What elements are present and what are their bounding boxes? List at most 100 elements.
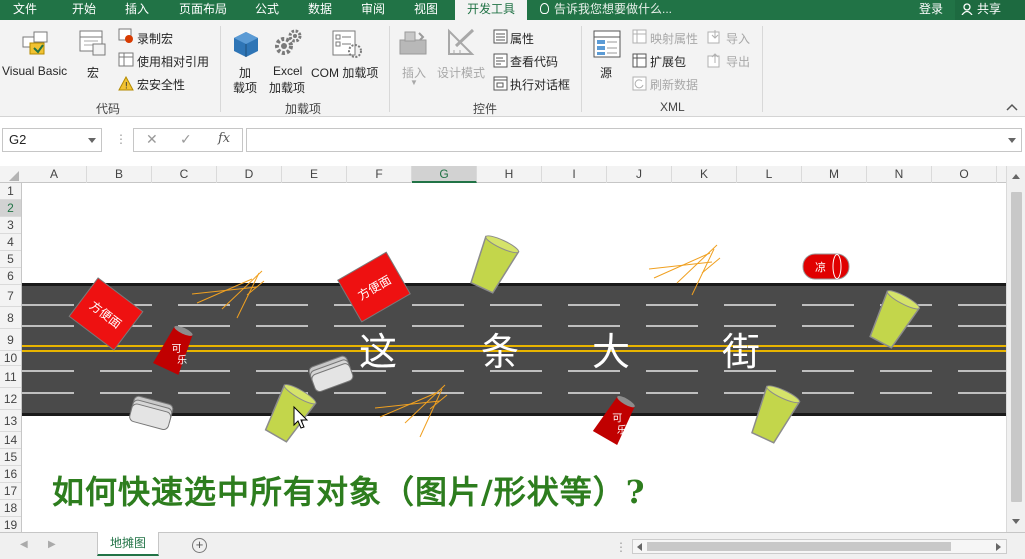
scroll-up-icon[interactable] xyxy=(1011,172,1021,180)
column-header[interactable]: I xyxy=(542,166,607,183)
macro-security-button[interactable]: 宏安全性 xyxy=(137,76,185,93)
addins-button-line2[interactable]: 载项 xyxy=(233,79,257,96)
refresh-data-button[interactable]: 刷新数据 xyxy=(650,76,698,93)
relative-reference-button[interactable]: 使用相对引用 xyxy=(137,53,209,70)
export-button[interactable]: 导出 xyxy=(726,53,750,70)
scroll-thumb[interactable] xyxy=(1011,192,1022,502)
chevron-down-icon[interactable] xyxy=(88,138,96,143)
expand-formula-icon[interactable] xyxy=(1008,138,1016,143)
xml-source-button[interactable]: 源 xyxy=(600,64,612,81)
column-header[interactable]: E xyxy=(282,166,347,183)
row-header[interactable]: 6 xyxy=(0,268,21,285)
view-code-button[interactable]: 查看代码 xyxy=(510,53,558,70)
row-header[interactable]: 4 xyxy=(0,234,21,251)
row-header[interactable]: 10 xyxy=(0,351,21,366)
com-addins-button[interactable]: COM 加载项 xyxy=(311,64,378,81)
column-header[interactable]: L xyxy=(737,166,802,183)
tab-insert[interactable]: 插入 xyxy=(112,0,162,20)
row-header[interactable]: 5 xyxy=(0,251,21,268)
row-header[interactable]: 3 xyxy=(0,217,21,234)
tab-file[interactable]: 文件 xyxy=(0,0,50,20)
row-header[interactable]: 1 xyxy=(0,183,21,200)
row-header[interactable]: 14 xyxy=(0,432,21,449)
street-text-char: 大 xyxy=(592,330,630,374)
prev-sheet-icon[interactable]: ◀ xyxy=(20,539,28,550)
name-box[interactable]: G2 xyxy=(2,128,102,152)
import-button[interactable]: 导入 xyxy=(726,30,750,47)
scroll-right-icon[interactable] xyxy=(995,542,1003,552)
tab-developer[interactable]: 开发工具 xyxy=(455,0,527,20)
tab-formulas[interactable]: 公式 xyxy=(245,0,289,20)
row-header[interactable]: 18 xyxy=(0,500,21,517)
visual-basic-button[interactable]: Visual Basic xyxy=(2,64,67,78)
row-header[interactable]: 11 xyxy=(0,366,21,388)
column-header[interactable]: H xyxy=(477,166,542,183)
design-mode-button[interactable]: 设计模式 xyxy=(437,64,485,81)
row-header[interactable]: 9 xyxy=(0,329,21,351)
login-button[interactable]: 登录 xyxy=(919,0,943,20)
cool-drink-can-shape[interactable]: 凉 xyxy=(802,253,850,280)
group-label-addins: 加载项 xyxy=(285,102,322,116)
svg-text:!: ! xyxy=(125,82,129,92)
street-text-char: 这 xyxy=(359,330,399,374)
chevron-down-icon: ▼ xyxy=(410,78,418,87)
sheet-canvas[interactable]: 这 条 大 街 方便面 方便面 可 乐 可 乐 凉 如何快速选中所有对象（图片/… xyxy=(22,183,1006,532)
column-header[interactable]: B xyxy=(87,166,152,183)
tab-review[interactable]: 审阅 xyxy=(351,0,395,20)
record-macro-icon xyxy=(118,28,133,43)
formula-buttons: ✕ ✓ fx xyxy=(133,128,243,152)
run-dialog-button[interactable]: 执行对话框 xyxy=(510,76,570,93)
column-header[interactable]: F xyxy=(347,166,412,183)
scroll-down-icon[interactable] xyxy=(1011,518,1021,526)
record-macro-button[interactable]: 录制宏 xyxy=(137,30,173,47)
group-label-controls: 控件 xyxy=(473,102,498,116)
row-header[interactable]: 7 xyxy=(0,285,21,307)
map-properties-button[interactable]: 映射属性 xyxy=(650,30,698,47)
sheet-tab[interactable]: 地摊图 xyxy=(97,532,159,556)
tab-page-layout[interactable]: 页面布局 xyxy=(170,0,236,20)
column-header[interactable]: C xyxy=(152,166,217,183)
horizontal-scrollbar[interactable] xyxy=(632,539,1007,554)
column-header[interactable]: K xyxy=(672,166,737,183)
column-header[interactable]: O xyxy=(932,166,997,183)
tab-data[interactable]: 数据 xyxy=(298,0,342,20)
macros-button[interactable]: 宏 xyxy=(87,64,99,81)
tab-home[interactable]: 开始 xyxy=(57,0,111,20)
next-sheet-icon[interactable]: ▶ xyxy=(48,539,56,550)
select-all-corner[interactable] xyxy=(9,171,19,181)
map-properties-icon xyxy=(632,29,647,44)
row-header[interactable]: 12 xyxy=(0,388,21,410)
row-header[interactable]: 15 xyxy=(0,449,21,466)
row-header[interactable]: 13 xyxy=(0,410,21,432)
enter-icon[interactable]: ✓ xyxy=(180,131,192,148)
tab-view[interactable]: 视图 xyxy=(404,0,448,20)
scroll-left-icon[interactable] xyxy=(635,542,643,552)
insert-function-icon[interactable]: fx xyxy=(218,131,230,146)
group-separator xyxy=(581,26,582,112)
column-header-selected[interactable]: G xyxy=(412,166,477,183)
scroll-thumb[interactable] xyxy=(647,542,951,551)
excel-addins-line2[interactable]: 加载项 xyxy=(269,79,305,96)
add-sheet-icon[interactable]: + xyxy=(192,538,207,553)
formula-input[interactable] xyxy=(246,128,1022,152)
row-header[interactable]: 17 xyxy=(0,483,21,500)
expansion-packs-button[interactable]: 扩展包 xyxy=(650,53,686,70)
column-header[interactable]: D xyxy=(217,166,282,183)
refresh-data-icon xyxy=(632,76,647,91)
import-icon xyxy=(707,30,720,44)
gears-icon xyxy=(275,29,302,55)
collapse-ribbon-icon[interactable] xyxy=(1006,102,1018,112)
row-header-selected[interactable]: 2 xyxy=(0,200,21,217)
column-header[interactable]: N xyxy=(867,166,932,183)
excel-addins-line1[interactable]: Excel xyxy=(273,64,302,78)
row-header[interactable]: 8 xyxy=(0,307,21,329)
tell-me-search[interactable]: 告诉我您想要做什么... xyxy=(540,0,672,20)
cancel-icon[interactable]: ✕ xyxy=(146,131,158,148)
vertical-scrollbar[interactable] xyxy=(1006,166,1025,532)
column-header[interactable]: A xyxy=(22,166,87,183)
column-header[interactable]: M xyxy=(802,166,867,183)
row-header[interactable]: 16 xyxy=(0,466,21,483)
share-button[interactable]: 共享 xyxy=(955,0,1025,20)
column-header[interactable]: J xyxy=(607,166,672,183)
properties-button[interactable]: 属性 xyxy=(510,30,534,47)
